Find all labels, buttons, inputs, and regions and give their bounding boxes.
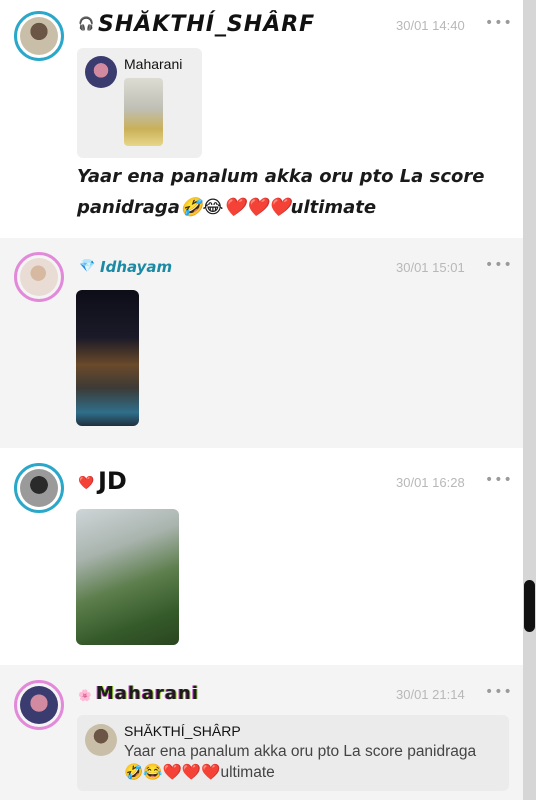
username[interactable]: JD <box>98 467 127 495</box>
username[interactable]: SHĂKTHÍ_SHÂRF <box>98 12 315 37</box>
timestamp: 30/01 15:01 <box>396 260 465 275</box>
timestamp: 30/01 21:14 <box>396 687 465 702</box>
scrollbar[interactable] <box>523 0 536 800</box>
more-options-icon[interactable]: ••• <box>485 472 513 488</box>
scrollbar-thumb[interactable] <box>524 580 535 632</box>
shared-author-avatar <box>85 56 117 88</box>
headphones-badge-icon: 🎧 <box>78 17 95 32</box>
shared-author-name: Maharani <box>124 56 183 72</box>
avatar[interactable] <box>14 680 64 730</box>
avatar[interactable] <box>14 463 64 513</box>
post-image[interactable] <box>76 290 139 426</box>
post-image[interactable] <box>76 509 179 645</box>
username[interactable]: Maharani <box>96 683 199 704</box>
shared-post-card[interactable]: Maharani <box>77 48 202 158</box>
comment-post: 🎧 SHĂKTHÍ_SHÂRF 30/01 14:40 ••• Maharani… <box>0 0 523 238</box>
quoted-reply[interactable]: SHĂKTHÍ_SHÂRP Yaar ena panalum akka oru … <box>77 715 509 791</box>
timestamp: 30/01 14:40 <box>396 18 465 33</box>
quoted-reply-text: Yaar ena panalum akka oru pto La score p… <box>124 743 477 781</box>
comment-post: 🌸 Maharani 30/01 21:14 ••• SHĂKTHÍ_SHÂRP… <box>0 665 523 800</box>
diamond-badge-icon: 💎 <box>79 259 96 274</box>
heart-badge-icon: ❤️ <box>78 476 95 491</box>
comment-post: 💎 Idhayam 30/01 15:01 ••• <box>0 238 523 448</box>
quoted-author-name: SHĂKTHÍ_SHÂRP <box>124 723 241 739</box>
avatar[interactable] <box>14 252 64 302</box>
more-options-icon[interactable]: ••• <box>485 257 513 273</box>
comment-post: ❤️ JD 30/01 16:28 ••• <box>0 448 523 665</box>
comment-feed[interactable]: 🎧 SHĂKTHÍ_SHÂRF 30/01 14:40 ••• Maharani… <box>0 0 523 800</box>
timestamp: 30/01 16:28 <box>396 475 465 490</box>
avatar[interactable] <box>14 11 64 61</box>
shared-image-thumbnail <box>124 78 163 146</box>
post-caption: Yaar ena panalum akka oru pto La score p… <box>77 166 485 218</box>
flower-badge-icon: 🌸 <box>78 689 92 702</box>
more-options-icon[interactable]: ••• <box>485 15 513 31</box>
more-options-icon[interactable]: ••• <box>485 684 513 700</box>
username[interactable]: Idhayam <box>100 258 172 276</box>
quoted-author-avatar <box>85 724 117 756</box>
